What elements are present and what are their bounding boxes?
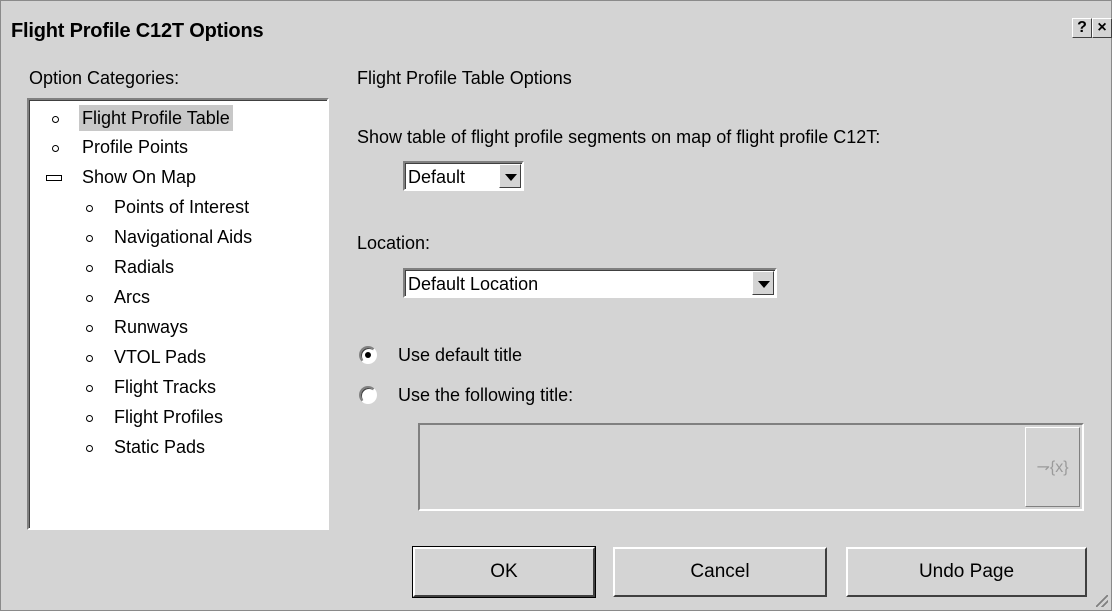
bullet-icon bbox=[52, 116, 59, 123]
option-categories-tree[interactable]: Flight Profile Table Profile Points Show… bbox=[27, 98, 329, 530]
tree-item-flight-tracks[interactable]: Flight Tracks bbox=[29, 374, 319, 400]
collapse-icon[interactable] bbox=[46, 175, 62, 181]
undo-page-button[interactable]: Undo Page bbox=[846, 547, 1087, 597]
options-dialog: Flight Profile C12T Options ? × Option C… bbox=[0, 0, 1112, 611]
ok-button[interactable]: OK bbox=[412, 546, 596, 598]
use-default-title-radio[interactable] bbox=[359, 346, 377, 364]
dropdown-arrow-icon[interactable] bbox=[499, 164, 521, 188]
tree-item-show-on-map[interactable]: Show On Map bbox=[29, 164, 319, 190]
bullet-icon bbox=[86, 265, 93, 272]
tree-item-navigational-aids[interactable]: Navigational Aids bbox=[29, 224, 319, 250]
title-bar[interactable]: Flight Profile C12T Options ? × bbox=[1, 1, 1112, 47]
dialog-title: Flight Profile C12T Options bbox=[11, 20, 264, 42]
use-following-title-radio[interactable] bbox=[359, 386, 377, 404]
bullet-icon bbox=[86, 235, 93, 242]
bullet-icon bbox=[86, 445, 93, 452]
use-following-title-label[interactable]: Use the following title: bbox=[398, 385, 573, 406]
tree-item-static-pads[interactable]: Static Pads bbox=[29, 434, 319, 460]
bullet-icon bbox=[86, 325, 93, 332]
panel-heading: Flight Profile Table Options bbox=[357, 68, 572, 88]
cancel-button[interactable]: Cancel bbox=[613, 547, 827, 597]
location-dropdown[interactable]: Default Location bbox=[403, 268, 777, 298]
insert-variable-button[interactable]: ⇁{x} bbox=[1025, 427, 1080, 507]
tree-item-arcs[interactable]: Arcs bbox=[29, 284, 319, 310]
bullet-icon bbox=[86, 295, 93, 302]
help-button[interactable]: ? bbox=[1072, 18, 1092, 38]
bullet-icon bbox=[86, 205, 93, 212]
tree-item-points-of-interest[interactable]: Points of Interest bbox=[29, 194, 319, 220]
bullet-icon bbox=[52, 145, 59, 152]
tree-item-flight-profiles[interactable]: Flight Profiles bbox=[29, 404, 319, 430]
tree-item-flight-profile-table[interactable]: Flight Profile Table bbox=[29, 105, 319, 131]
resize-grip-icon[interactable] bbox=[1096, 595, 1108, 607]
option-categories-label: Option Categories: bbox=[29, 68, 180, 88]
dropdown-arrow-icon[interactable] bbox=[752, 271, 774, 295]
show-table-dropdown[interactable]: Default bbox=[403, 161, 524, 191]
use-default-title-label[interactable]: Use default title bbox=[398, 345, 522, 366]
bullet-icon bbox=[86, 415, 93, 422]
tree-item-radials[interactable]: Radials bbox=[29, 254, 319, 280]
close-button[interactable]: × bbox=[1092, 18, 1112, 38]
custom-title-field[interactable]: ⇁{x} bbox=[418, 423, 1084, 511]
location-label: Location: bbox=[357, 233, 431, 253]
bullet-icon bbox=[86, 355, 93, 362]
tree-item-runways[interactable]: Runways bbox=[29, 314, 319, 340]
bullet-icon bbox=[86, 385, 93, 392]
tree-item-profile-points[interactable]: Profile Points bbox=[29, 134, 319, 160]
show-table-label: Show table of flight profile segments on… bbox=[357, 127, 881, 147]
tree-item-vtol-pads[interactable]: VTOL Pads bbox=[29, 344, 319, 370]
